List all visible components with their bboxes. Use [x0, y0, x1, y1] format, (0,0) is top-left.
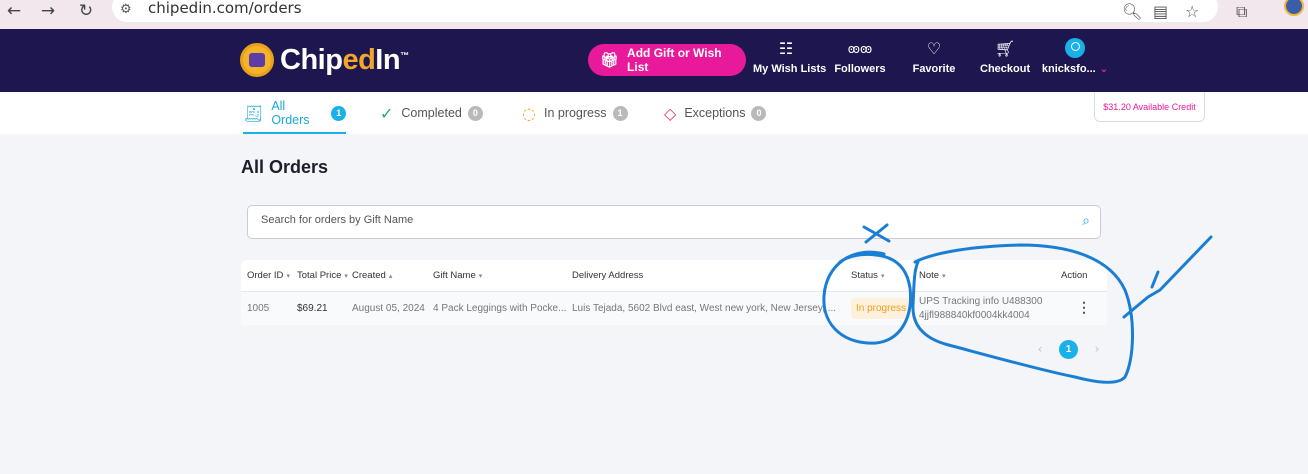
logo-text: ChipedIn™	[280, 43, 409, 76]
tab-count-badge: 0	[751, 105, 767, 121]
arrow-right-icon[interactable]: →	[38, 2, 58, 22]
user-avatar-icon	[1040, 38, 1110, 60]
sort-icon: ▾	[880, 273, 885, 280]
chipedin-logo[interactable]: ChipedIn™	[240, 43, 409, 77]
sort-icon: ▾	[286, 273, 290, 280]
search-input[interactable]	[261, 214, 1041, 226]
tab-count-badge: 1	[612, 105, 628, 121]
reader-mode-icon[interactable]: ▤	[1153, 2, 1168, 21]
order-search-box[interactable]: ⌕	[247, 205, 1101, 239]
col-action: Action	[1061, 270, 1088, 281]
site-info-icon[interactable]: ⚙	[120, 2, 132, 17]
bookmark-star-icon[interactable]: ☆	[1185, 2, 1199, 21]
sort-icon: ▾	[942, 273, 946, 280]
nav-my-wish-lists[interactable]: ☷ My Wish Lists	[753, 38, 826, 82]
table-row[interactable]: 1005 $69.21 August 05, 2024 4 Pack Leggi…	[241, 291, 1107, 325]
wish-list-icon: ☷	[778, 39, 794, 58]
page-title: All Orders	[241, 157, 329, 177]
search-icon[interactable]: ⌕	[1082, 213, 1090, 229]
prev-page-icon[interactable]: ‹	[1030, 342, 1050, 356]
col-order-id[interactable]: Order ID ▾	[247, 270, 290, 281]
tab-all-orders[interactable]: 🧾︎ All Orders 1	[243, 92, 346, 134]
orders-table: Order ID ▾ Total Price ▾ Created ▴ Gift Nam…	[241, 260, 1107, 325]
col-gift-name[interactable]: Gift Name ▾	[433, 270, 482, 281]
address-bar[interactable]: ⚙ chipedin.com/orders	[112, 0, 1218, 22]
extensions-icon[interactable]: ⧉	[1236, 2, 1247, 22]
nav-account[interactable]: knicksfo... ⌄	[1040, 38, 1110, 82]
cell-delivery-address: Luis Tejada, 5602 Blvd east, West new yo…	[572, 303, 837, 314]
more-actions-icon[interactable]: ⋮	[1077, 299, 1091, 316]
sort-icon: ▾	[478, 273, 483, 280]
tab-count-badge: 0	[467, 105, 483, 121]
check-circle-icon: ✓	[380, 103, 394, 123]
add-gift-button[interactable]: 🎁︎ Add Gift or Wish List	[588, 44, 746, 76]
cell-order-id: 1005	[247, 303, 270, 314]
add-gift-label: Add Gift or Wish List	[627, 46, 722, 74]
pagination: ‹ 1 ›	[1030, 339, 1107, 359]
cell-gift-name[interactable]: 4 Pack Leggings with Pocke...	[433, 303, 571, 314]
available-credit-badge[interactable]: $31.20 Available Credit	[1094, 92, 1205, 122]
account-name: knicksfo...	[1041, 63, 1096, 75]
profile-avatar-icon[interactable]	[1284, 0, 1304, 16]
nav-followers[interactable]: ꙭꙭ Followers	[834, 38, 886, 82]
cell-note: UPS Tracking info U488300 4jjfl988840kf0…	[919, 296, 1043, 321]
followers-icon: ꙭꙭ	[847, 42, 873, 56]
annotation-check-mark	[1122, 235, 1213, 319]
col-created[interactable]: Created ▴	[352, 270, 392, 281]
heart-icon: ♡	[926, 39, 942, 58]
reload-icon[interactable]: ↻	[76, 2, 96, 22]
receipt-icon: 🧾︎	[243, 103, 264, 123]
url-text: chipedin.com/orders	[148, 0, 302, 17]
nav-favorite[interactable]: ♡ Favorite	[911, 38, 957, 82]
table-header: Order ID ▾ Total Price ▾ Created ▴ Gift Nam…	[241, 260, 1107, 291]
col-status[interactable]: Status ▾	[851, 270, 884, 281]
browser-toolbar: ← → ↻ ⚙ chipedin.com/orders 🔍︎ ▤ ☆ ⧉	[0, 0, 1308, 29]
col-delivery-address: Delivery Address	[572, 270, 644, 281]
nav-checkout[interactable]: 🛒︎ Checkout	[980, 38, 1030, 82]
zoom-icon[interactable]: 🔍︎	[1122, 2, 1142, 21]
logo-badge-icon	[240, 43, 274, 77]
gift-icon: 🎁︎	[600, 51, 620, 69]
chevron-down-icon[interactable]: ⌄	[1100, 64, 1108, 75]
col-note[interactable]: Note ▾	[919, 270, 946, 281]
arrow-left-icon[interactable]: ←	[4, 2, 24, 22]
progress-circle-icon: ◌	[522, 103, 536, 123]
tab-completed[interactable]: ✓ Completed 0	[380, 92, 490, 134]
next-page-icon[interactable]: ›	[1087, 342, 1107, 356]
site-header: ChipedIn™ 🎁︎ Add Gift or Wish List ☷ My …	[0, 29, 1308, 92]
tab-in-progress[interactable]: ◌ In progress 1	[522, 92, 632, 134]
sort-icon: ▾	[344, 273, 348, 280]
status-badge: In progress	[851, 298, 911, 319]
col-total-price[interactable]: Total Price ▾	[297, 270, 348, 281]
tab-exceptions[interactable]: ◇ Exceptions 0	[664, 92, 776, 134]
cell-created: August 05, 2024	[352, 303, 425, 314]
sort-icon: ▴	[388, 273, 393, 280]
page-number-button[interactable]: 1	[1059, 339, 1078, 359]
cart-icon: 🛒︎	[994, 39, 1016, 58]
warning-diamond-icon: ◇	[664, 103, 677, 123]
tab-count-badge: 1	[331, 105, 346, 121]
cell-total-price: $69.21	[297, 303, 328, 314]
